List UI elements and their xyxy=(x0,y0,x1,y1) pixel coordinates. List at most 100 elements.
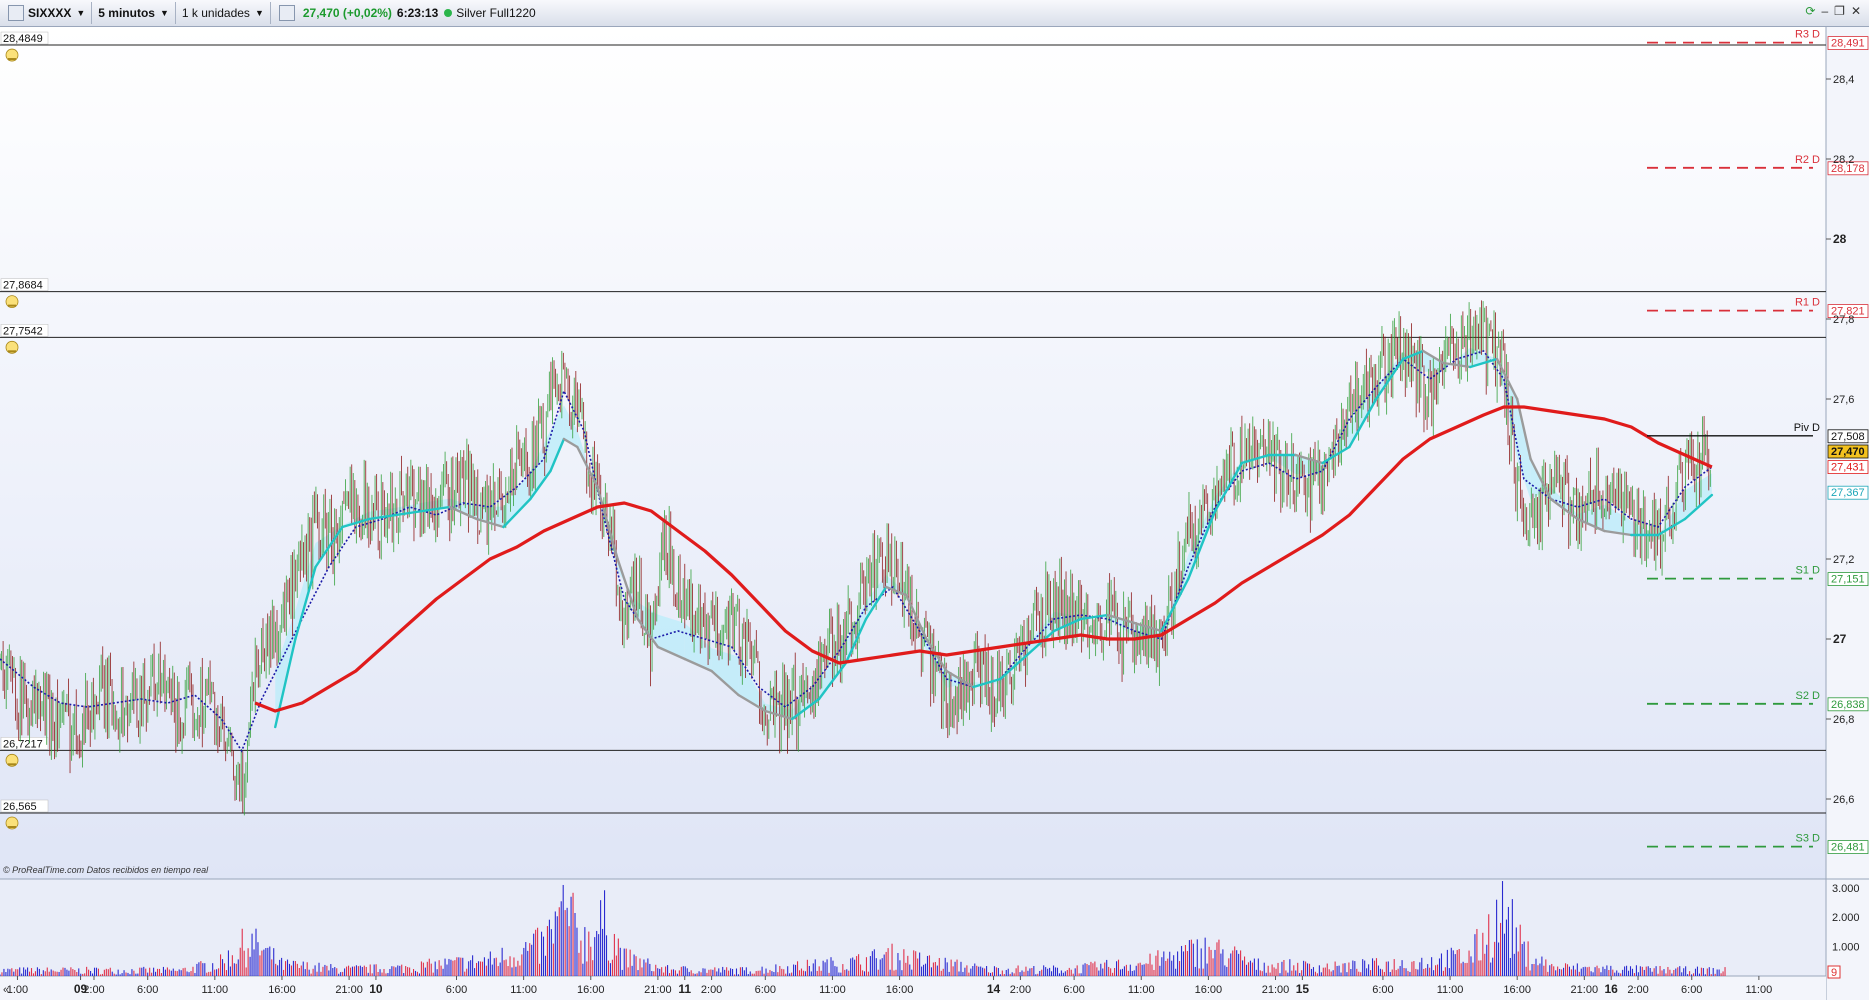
time-tick-label: 16:00 xyxy=(268,984,296,996)
account-label: Silver Full1220 xyxy=(456,6,536,20)
time-tick-label: 6:00 xyxy=(446,984,467,996)
value-tag-label: 27,470 xyxy=(1831,446,1865,458)
window-controls: ⟳ – ❐ ✕ xyxy=(1805,4,1861,18)
time-tick-label: 6:00 xyxy=(137,984,158,996)
quote-time: 6:23:13 xyxy=(396,6,439,20)
scroll-left-icon[interactable]: « xyxy=(3,984,9,996)
bell-icon xyxy=(5,295,19,309)
time-tick-label: 11 xyxy=(678,982,691,996)
pivot-level-name: S2 D xyxy=(1796,690,1821,702)
time-tick-label: 11:00 xyxy=(1128,984,1155,996)
pivot-level-name: R1 D xyxy=(1795,297,1820,309)
time-tick-label: 6:00 xyxy=(755,984,776,996)
price-chart[interactable]: 28,4849 27,8684 27,7542 26,7217 26,565 3.000… xyxy=(0,27,1869,1000)
chevron-down-icon: ▼ xyxy=(254,8,264,18)
bell-icon-base xyxy=(8,304,16,307)
bell-icon-base xyxy=(8,763,16,766)
chart-toolbar: SIXXXX ▼ 5 minutos ▼ 1 k unidades ▼ 27,4… xyxy=(0,0,1869,27)
bell-icon xyxy=(5,48,19,62)
time-tick-label: 11:00 xyxy=(201,984,228,996)
pivot-level-name: R2 D xyxy=(1795,154,1820,166)
time-tick-label: 11:00 xyxy=(1437,984,1464,996)
price-panel-background xyxy=(0,27,1826,879)
price-tick-label: 28 xyxy=(1833,232,1847,246)
time-tick-label: 11:00 xyxy=(1746,984,1773,996)
quote-icon xyxy=(278,5,295,21)
bell-icon xyxy=(5,340,19,354)
time-tick-label: 6:00 xyxy=(1681,984,1702,996)
price-tick-label: 27 xyxy=(1833,632,1847,646)
pivot-level-name: S3 D xyxy=(1796,833,1821,845)
time-tick-label: 21:00 xyxy=(335,984,363,996)
status-dot-icon xyxy=(444,9,453,17)
close-icon[interactable]: ✕ xyxy=(1851,4,1861,18)
bell-icon-base xyxy=(8,350,16,353)
last-price: 27,470 (+0,02%) xyxy=(302,6,392,20)
price-tick-label: 26,8 xyxy=(1833,714,1854,726)
pivot-level-value: 27,508 xyxy=(1831,431,1865,443)
units-label: 1 k unidades xyxy=(181,6,250,20)
symbol-selector[interactable]: SIXXXX ▼ xyxy=(0,2,93,24)
volume-last-label: 9 xyxy=(1831,967,1837,979)
reference-line-label: 28,4849 xyxy=(3,33,43,45)
time-tick-label: 2:00 xyxy=(701,984,722,996)
time-tick-label: 2:00 xyxy=(1010,984,1031,996)
price-tick-label: 27,8 xyxy=(1833,314,1854,326)
interval-label: 5 minutos xyxy=(98,6,155,20)
time-tick-label: 11:00 xyxy=(819,984,846,996)
time-tick-label: 11:00 xyxy=(510,984,537,996)
volume-tick-label: 2.000 xyxy=(1832,912,1860,924)
reference-line-label: 27,7542 xyxy=(3,325,43,337)
value-tag-label: 27,431 xyxy=(1831,462,1865,474)
value-tag-label: 27,367 xyxy=(1831,487,1865,499)
pivot-level-value: 27,151 xyxy=(1831,574,1865,586)
time-tick-label: 21:00 xyxy=(1262,984,1290,996)
interval-selector[interactable]: 5 minutos ▼ xyxy=(92,2,176,24)
volume-tick-label: 1.000 xyxy=(1832,942,1860,954)
pivot-level-name: Piv D xyxy=(1794,422,1820,434)
reference-line-label: 26,7217 xyxy=(3,738,43,750)
value-tags-layer: 27,470 27,431 27,367 xyxy=(1827,444,1869,500)
time-tick-label: 2:00 xyxy=(83,984,104,996)
minimize-icon[interactable]: – xyxy=(1821,4,1828,18)
time-tick-label: 2:00 xyxy=(1627,984,1648,996)
chevron-down-icon: ▼ xyxy=(76,8,86,18)
time-tick-label: 16:00 xyxy=(1503,984,1531,996)
bell-icon-base xyxy=(8,58,16,61)
price-tick-label: 27,2 xyxy=(1833,554,1854,566)
refresh-icon[interactable]: ⟳ xyxy=(1805,4,1815,18)
time-tick-label: 16:00 xyxy=(886,984,914,996)
chevron-down-icon: ▼ xyxy=(159,8,169,18)
restore-icon[interactable]: ❐ xyxy=(1834,4,1845,18)
pivot-level-value: 28,491 xyxy=(1831,38,1865,50)
pivot-level-name: S1 D xyxy=(1796,565,1821,577)
time-tick-label: 16:00 xyxy=(577,984,605,996)
time-tick-label: 1:00 xyxy=(7,984,28,996)
price-tick-label: 26,6 xyxy=(1833,794,1854,806)
time-tick-label: 6:00 xyxy=(1372,984,1393,996)
bell-icon xyxy=(5,753,19,767)
time-tick-label: 21:00 xyxy=(1571,984,1599,996)
time-tick-label: 10 xyxy=(369,982,383,996)
chart-icon xyxy=(8,5,24,21)
pivot-level-value: 26,838 xyxy=(1831,699,1865,711)
reference-line-label: 26,565 xyxy=(3,801,37,813)
price-tick-label: 28,4 xyxy=(1833,74,1854,86)
time-tick-label: 16 xyxy=(1604,982,1618,996)
volume-tick-label: 3.000 xyxy=(1832,883,1860,895)
price-tick-label: 28,2 xyxy=(1833,154,1854,166)
time-tick-label: 21:00 xyxy=(644,984,672,996)
price-tick-label: 27,6 xyxy=(1833,394,1854,406)
pivot-level-value: 26,481 xyxy=(1831,842,1865,854)
time-tick-label: 14 xyxy=(987,982,1001,996)
units-selector[interactable]: 1 k unidades ▼ xyxy=(176,2,271,24)
time-tick-label: 6:00 xyxy=(1063,984,1084,996)
bell-icon-base xyxy=(8,826,16,828)
time-tick-label: 15 xyxy=(1296,982,1310,996)
bell-icon xyxy=(5,816,19,830)
symbol-label: SIXXXX xyxy=(28,6,72,20)
pivot-level-name: R3 D xyxy=(1795,29,1820,41)
reference-line-label: 27,8684 xyxy=(3,280,43,292)
quote-info: 27,470 (+0,02%) 6:23:13 Silver Full1220 xyxy=(271,2,542,24)
time-tick-label: 16:00 xyxy=(1195,984,1223,996)
